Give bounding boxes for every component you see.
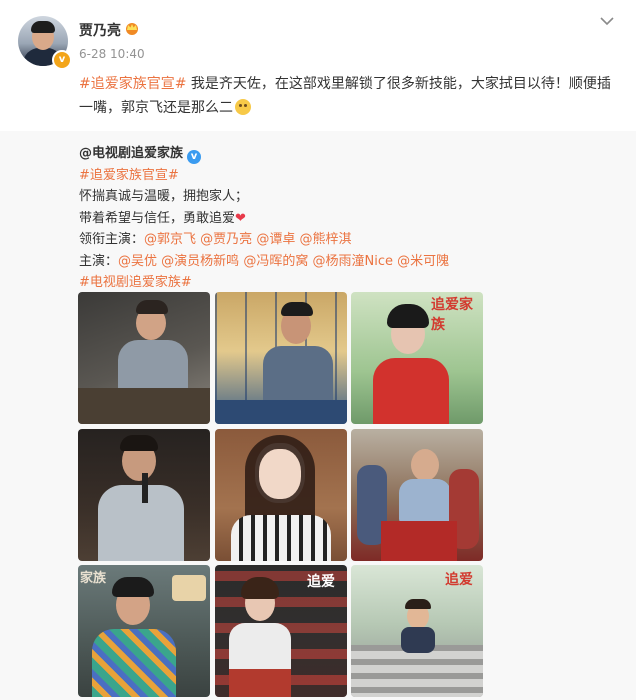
mention-link[interactable]: @米可隗 — [397, 254, 449, 269]
verified-badge-icon: v — [52, 50, 72, 70]
mention-link[interactable]: @熊梓淇 — [299, 232, 351, 247]
mention-link[interactable]: @冯晖的窝 — [243, 254, 308, 269]
reposted-content[interactable]: @电视剧追爱家族 v #追爱家族官宣# 怀揣真诚与温暖，拥抱家人； 带着希望与信任… — [0, 131, 636, 700]
mention-link[interactable]: @谭卓 — [256, 232, 295, 247]
photo-girl-bleachers[interactable]: 追爱 — [215, 565, 347, 697]
laughing-emoji-icon — [235, 99, 251, 115]
post-text: #追爱家族官宣# 我是齐天佐，在这部戏里解锁了很多新技能，大家拭目以待！顺便插一… — [79, 72, 619, 120]
lead-cast-label: 领衔主演： — [79, 232, 145, 247]
photo-man-window[interactable] — [215, 292, 347, 424]
crown-icon — [126, 23, 138, 35]
photo-woman-smiling[interactable] — [215, 429, 347, 561]
watermark-logo: 追爱 — [307, 574, 335, 590]
photo-man-sofa[interactable] — [78, 292, 210, 424]
repost-line-2: 带着希望与信任，勇敢追爱 — [79, 210, 236, 226]
photo-man-microphone[interactable] — [78, 429, 210, 561]
photo-grid: 追爱 家族 家族 追爱 追爱 — [78, 292, 484, 700]
repost-author[interactable]: @电视剧追爱家族 — [79, 146, 183, 161]
watermark-logo: 追爱家族 — [431, 297, 473, 333]
photo-woman-red[interactable]: 追爱家族 — [351, 292, 483, 424]
heart-icon: ❤ — [235, 210, 246, 226]
repost-text: @电视剧追爱家族 v #追爱家族官宣# 怀揣真诚与温暖，拥抱家人； 带着希望与信任… — [79, 143, 599, 294]
chevron-down-icon[interactable] — [598, 14, 616, 28]
repost-topic-link[interactable]: #追爱家族官宣# — [79, 168, 179, 183]
watermark-logo: 家族 — [80, 571, 107, 586]
weibo-post-card: v 贾乃亮 6-28 10:40 #追爱家族官宣# 我是齐天佐，在这部戏里解锁了… — [0, 0, 636, 700]
mention-link[interactable]: @贾乃亮 — [200, 232, 252, 247]
verified-blue-icon: v — [187, 150, 202, 164]
watermark-logo: 追爱 — [445, 572, 473, 588]
author-name[interactable]: 贾乃亮 — [79, 20, 121, 40]
photo-woman-praying[interactable]: 家族 — [78, 565, 210, 697]
repost-topic-link-2[interactable]: #电视剧追爱家族# — [79, 275, 192, 290]
post-topic-link[interactable]: #追爱家族官宣# — [79, 76, 186, 92]
repost-line-1: 怀揣真诚与温暖，拥抱家人； — [79, 189, 249, 204]
mention-link[interactable]: @杨雨潼Nice — [312, 254, 392, 269]
photo-family-table[interactable] — [351, 429, 483, 561]
photo-boy-steps[interactable]: 追爱 — [351, 565, 483, 697]
mention-link[interactable]: @吴优 — [118, 254, 157, 269]
mention-link[interactable]: @演员杨新鸣 — [161, 254, 239, 269]
main-cast-label: 主演： — [79, 253, 119, 269]
mention-link[interactable]: @郭京飞 — [144, 232, 196, 247]
post-time[interactable]: 6-28 10:40 — [79, 47, 145, 61]
